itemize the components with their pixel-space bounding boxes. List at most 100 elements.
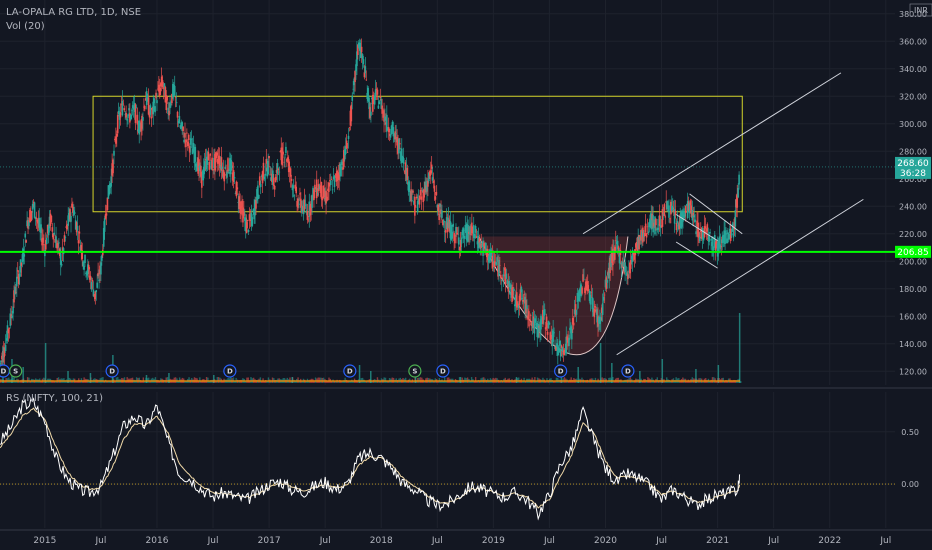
y-tick-label: 160.00	[899, 312, 927, 321]
volume-spike	[515, 377, 518, 383]
candle-body	[434, 196, 437, 200]
candle-body	[16, 276, 18, 287]
candle-body	[555, 346, 557, 351]
volume-bar	[318, 377, 321, 383]
candle-body	[513, 288, 515, 291]
volume-bar	[609, 377, 611, 383]
candle-body	[240, 206, 242, 214]
candle-body	[246, 220, 249, 222]
candle-body	[438, 213, 440, 221]
candle-body	[728, 233, 730, 240]
candle-body	[537, 323, 539, 338]
candle-body	[297, 198, 299, 208]
candle-body	[112, 159, 114, 174]
volume-indicator-label[interactable]: Vol (20)	[6, 21, 45, 32]
candle-body	[552, 330, 554, 342]
candle-body	[737, 187, 739, 198]
candle-body	[548, 322, 551, 325]
symbol-title[interactable]: LA-OPALA RG LTD, 1D, NSE	[6, 7, 141, 18]
candle-body	[84, 255, 86, 264]
candle-body	[643, 233, 646, 237]
candle-body	[152, 101, 155, 115]
candle-body	[313, 189, 315, 201]
volume-bar	[28, 377, 30, 383]
candle-body	[323, 188, 326, 198]
candle-body	[82, 261, 84, 267]
candle-body	[365, 79, 368, 81]
candle-body	[158, 88, 161, 96]
event-marker-label: D	[0, 368, 6, 376]
candle-body	[328, 183, 330, 192]
candle-body	[255, 199, 257, 209]
candle-body	[657, 227, 659, 230]
candle-body	[500, 275, 502, 279]
candle-body	[31, 203, 34, 210]
candle-body	[233, 177, 236, 179]
candle-body	[50, 215, 53, 223]
candle-body	[558, 340, 561, 346]
candle-body	[59, 253, 62, 265]
y-tick-label: 340.00	[899, 65, 927, 74]
volume-bar	[138, 377, 140, 383]
volume-bar	[474, 377, 477, 383]
candle-body	[194, 146, 197, 162]
candle-body	[73, 212, 76, 214]
candle-body	[169, 102, 171, 109]
candle-body	[699, 236, 701, 242]
candle-body	[375, 88, 378, 90]
candle-body	[103, 218, 106, 232]
candle-body	[282, 151, 284, 155]
volume-bar	[320, 377, 322, 383]
candle-body	[460, 237, 463, 244]
candle-body	[593, 308, 596, 318]
candle-body	[130, 114, 132, 120]
candle-body	[361, 54, 364, 60]
candle-body	[724, 230, 726, 244]
chart-canvas[interactable]: DSDDDSDDD 120.00140.00160.00180.00200.00…	[0, 0, 932, 550]
rs-tick-label: 0.00	[901, 480, 919, 489]
rs-indicator-label[interactable]: RS (NIFTY, 100, 21)	[6, 393, 103, 404]
candle-body	[326, 196, 328, 201]
candle-body	[15, 292, 17, 293]
candle-body	[183, 139, 185, 143]
volume-spike	[599, 343, 602, 383]
volume-bar	[536, 377, 539, 383]
y-tick-label: 240.00	[899, 202, 927, 211]
volume-bar	[232, 377, 235, 383]
candle-body	[42, 237, 44, 243]
candle-body	[258, 194, 260, 199]
volume-bar	[647, 377, 649, 383]
x-tick-label: 2015	[33, 536, 56, 546]
candle-body	[500, 279, 503, 281]
candle-body	[14, 286, 16, 295]
candle-body	[106, 197, 109, 210]
volume-bar	[250, 377, 252, 383]
candle-body	[269, 174, 271, 176]
candle-body	[451, 231, 454, 239]
candle-body	[187, 134, 190, 141]
candle-body	[186, 132, 188, 134]
volume-bar	[426, 377, 428, 383]
candle-body	[348, 126, 351, 128]
candle-body	[583, 279, 585, 280]
candle-body	[501, 277, 504, 279]
candle-body	[121, 101, 124, 116]
candle-body	[378, 101, 381, 105]
candle-body	[706, 224, 709, 232]
candle-body	[173, 85, 176, 96]
candle-body	[521, 298, 524, 300]
candle-body	[265, 159, 268, 164]
candle-body	[207, 151, 210, 160]
candle-body	[698, 231, 700, 238]
candle-body	[263, 176, 266, 180]
volume-bar	[13, 377, 15, 383]
candle-body	[208, 161, 211, 170]
volume-bar	[165, 377, 167, 383]
candle-body	[547, 321, 550, 329]
volume-bar	[383, 377, 385, 383]
candle-body	[589, 294, 592, 305]
candle-body	[496, 257, 498, 262]
candle-body	[236, 187, 239, 190]
event-marker-label: D	[625, 368, 631, 376]
candle-body	[387, 126, 390, 133]
